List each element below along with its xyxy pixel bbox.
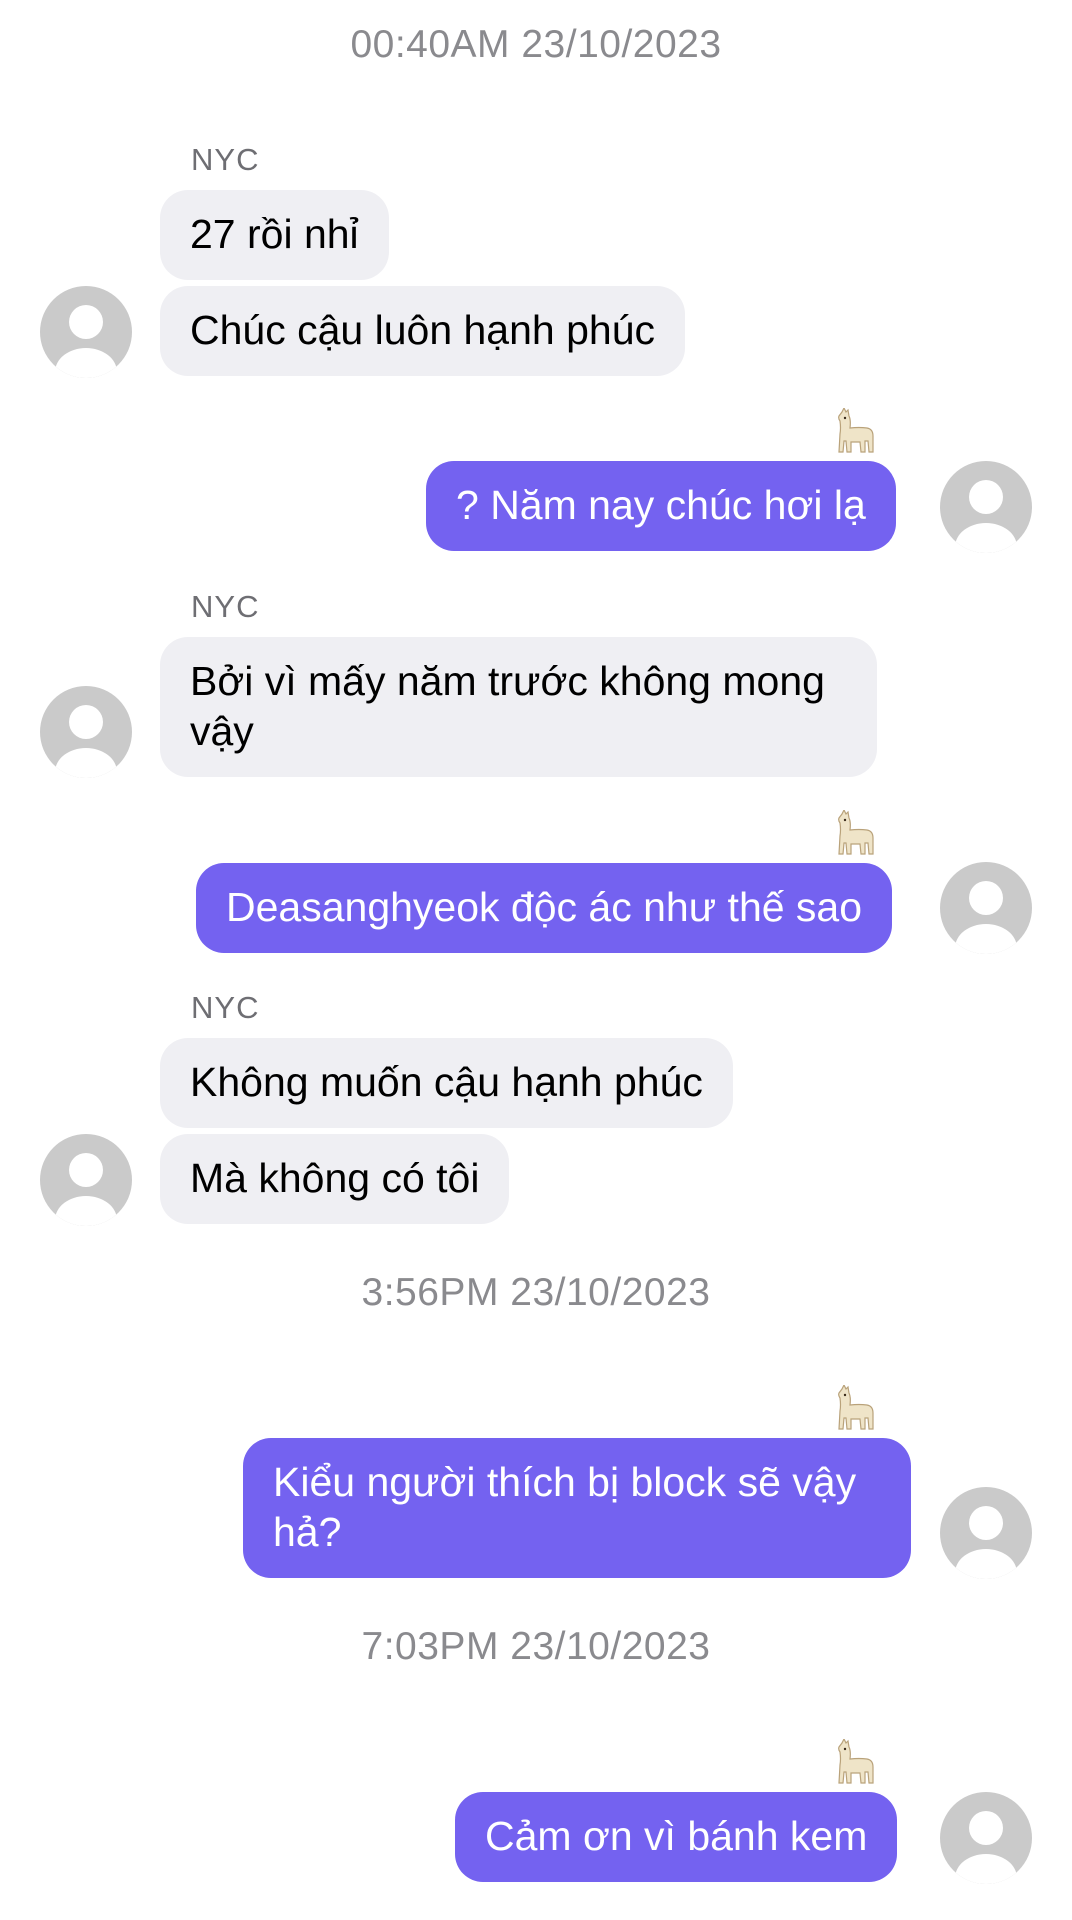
sender-name: NYC <box>191 589 260 624</box>
person-icon <box>55 1153 117 1226</box>
contact-avatar[interactable] <box>40 686 132 778</box>
incoming-message-bubble[interactable]: Bởi vì mấy năm trước không mong vậy <box>160 637 877 777</box>
llama-icon <box>838 810 874 855</box>
llama-icon <box>838 1385 874 1430</box>
sender-name: NYC <box>191 142 260 177</box>
outgoing-message-bubble[interactable]: Deasanghyeok độc ác như thế sao <box>196 863 893 953</box>
my-avatar[interactable] <box>940 1792 1032 1884</box>
timestamp-divider: 3:56PM 23/10/2023 <box>361 1271 711 1314</box>
person-icon <box>55 705 117 778</box>
incoming-message-bubble[interactable]: Không muốn cậu hạnh phúc <box>160 1038 733 1128</box>
llama-icon <box>838 1739 874 1784</box>
outgoing-message-bubble[interactable]: Kiểu người thích bị block sẽ vậy hả? <box>243 1438 911 1578</box>
timestamp-divider: 00:40AM 23/10/2023 <box>350 23 722 66</box>
outgoing-message-bubble[interactable]: Cảm ơn vì bánh kem <box>455 1792 898 1882</box>
person-icon <box>955 1811 1017 1884</box>
timestamp-divider: 7:03PM 23/10/2023 <box>361 1625 711 1668</box>
person-icon <box>955 881 1017 954</box>
incoming-message-bubble[interactable]: Chúc cậu luôn hạnh phúc <box>160 286 686 376</box>
llama-icon <box>838 408 874 453</box>
my-avatar[interactable] <box>940 1487 1032 1579</box>
incoming-message-bubble[interactable]: Mà không có tôi <box>160 1134 510 1224</box>
contact-avatar[interactable] <box>40 286 132 378</box>
person-icon <box>55 305 117 378</box>
llama-icon[interactable] <box>833 810 877 856</box>
my-avatar[interactable] <box>940 862 1032 954</box>
incoming-message-bubble[interactable]: 27 rồi nhỉ <box>160 190 389 280</box>
sender-name: NYC <box>191 990 260 1025</box>
llama-icon[interactable] <box>833 1385 877 1431</box>
llama-icon[interactable] <box>833 1739 877 1785</box>
llama-icon[interactable] <box>833 408 877 454</box>
person-icon <box>955 480 1017 553</box>
contact-avatar[interactable] <box>40 1134 132 1226</box>
my-avatar[interactable] <box>940 461 1032 553</box>
outgoing-message-bubble[interactable]: ? Năm nay chúc hơi lạ <box>426 461 896 551</box>
person-icon <box>955 1506 1017 1579</box>
